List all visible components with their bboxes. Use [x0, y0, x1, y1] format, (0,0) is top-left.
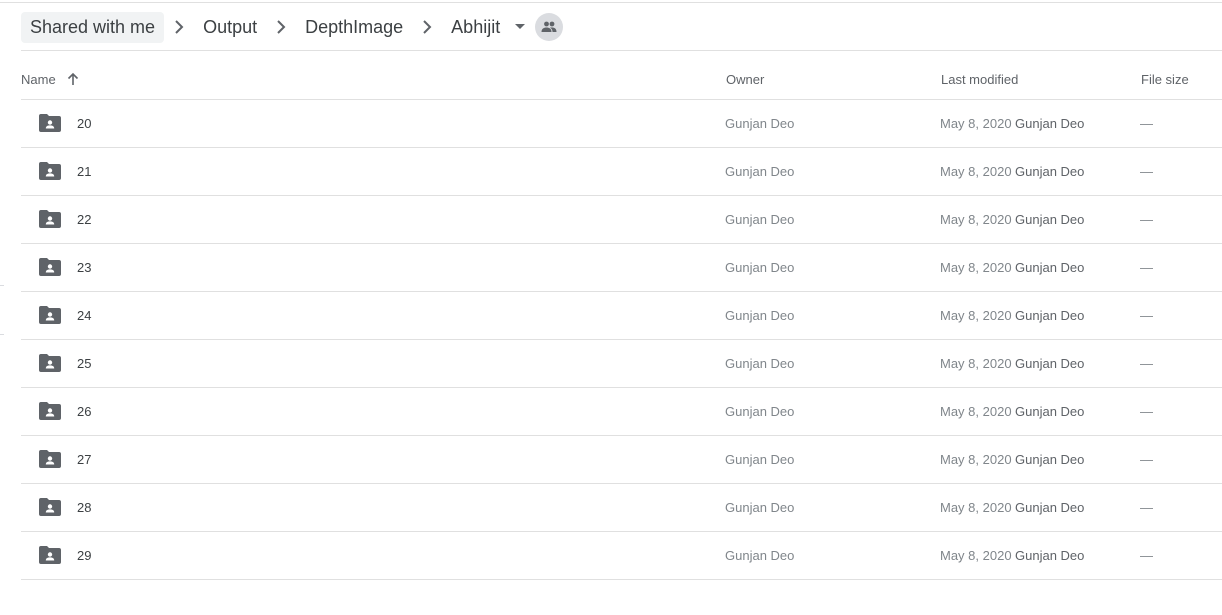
- file-size: —: [1140, 260, 1153, 275]
- modified-by: Gunjan Deo: [1015, 116, 1085, 131]
- file-name[interactable]: 22: [77, 196, 91, 243]
- shared-folder-icon: [39, 354, 61, 372]
- file-name[interactable]: 23: [77, 244, 91, 291]
- modified-by: Gunjan Deo: [1015, 164, 1085, 179]
- file-name[interactable]: 20: [77, 100, 91, 147]
- modified-by: Gunjan Deo: [1015, 308, 1085, 323]
- chevron-right-icon: [415, 15, 439, 39]
- modified-by: Gunjan Deo: [1015, 404, 1085, 419]
- toolbar-divider: [21, 50, 1222, 51]
- file-size: —: [1140, 212, 1153, 227]
- modified-date: May 8, 2020: [940, 452, 1012, 467]
- owner: Gunjan Deo: [725, 356, 795, 371]
- shared-folder-icon: [39, 546, 61, 564]
- file-size: —: [1140, 164, 1153, 179]
- table-row[interactable]: 23 Gunjan Deo May 8, 2020 Gunjan Deo —: [21, 243, 1222, 291]
- table-row[interactable]: 21 Gunjan Deo May 8, 2020 Gunjan Deo —: [21, 147, 1222, 195]
- modified-by: Gunjan Deo: [1015, 548, 1085, 563]
- file-name[interactable]: 26: [77, 388, 91, 435]
- modified-date: May 8, 2020: [940, 212, 1012, 227]
- file-size: —: [1140, 116, 1153, 131]
- owner: Gunjan Deo: [725, 404, 795, 419]
- file-size: —: [1140, 404, 1153, 419]
- modified-date: May 8, 2020: [940, 164, 1012, 179]
- modified-date: May 8, 2020: [940, 116, 1012, 131]
- top-border: [0, 2, 1222, 3]
- modified-date: May 8, 2020: [940, 260, 1012, 275]
- owner: Gunjan Deo: [725, 116, 795, 131]
- shared-folder-icon: [39, 114, 61, 132]
- owner: Gunjan Deo: [725, 164, 795, 179]
- owner: Gunjan Deo: [725, 212, 795, 227]
- owner: Gunjan Deo: [725, 500, 795, 515]
- file-size: —: [1140, 548, 1153, 563]
- table-row[interactable]: 26 Gunjan Deo May 8, 2020 Gunjan Deo —: [21, 387, 1222, 435]
- file-name[interactable]: 28: [77, 484, 91, 531]
- breadcrumb-item-output[interactable]: Output: [194, 12, 266, 43]
- file-name[interactable]: 24: [77, 292, 91, 339]
- column-header-last-modified[interactable]: Last modified: [941, 70, 1018, 88]
- table-row[interactable]: 24 Gunjan Deo May 8, 2020 Gunjan Deo —: [21, 291, 1222, 339]
- table-row[interactable]: 27 Gunjan Deo May 8, 2020 Gunjan Deo —: [21, 435, 1222, 483]
- table-row[interactable]: 28 Gunjan Deo May 8, 2020 Gunjan Deo —: [21, 483, 1222, 531]
- breadcrumb-item-depthimage[interactable]: DepthImage: [296, 12, 412, 43]
- shared-folder-icon: [39, 306, 61, 324]
- file-name[interactable]: 29: [77, 532, 91, 579]
- table-row[interactable]: 20 Gunjan Deo May 8, 2020 Gunjan Deo —: [21, 99, 1222, 147]
- column-header-owner[interactable]: Owner: [726, 70, 764, 88]
- shared-folder-icon: [39, 210, 61, 228]
- modified-date: May 8, 2020: [940, 500, 1012, 515]
- modified-date: May 8, 2020: [940, 356, 1012, 371]
- chevron-right-icon: [167, 15, 191, 39]
- modified-by: Gunjan Deo: [1015, 452, 1085, 467]
- modified-by: Gunjan Deo: [1015, 500, 1085, 515]
- arrow-up-icon[interactable]: [66, 72, 80, 86]
- modified-date: May 8, 2020: [940, 548, 1012, 563]
- table-row[interactable]: 25 Gunjan Deo May 8, 2020 Gunjan Deo —: [21, 339, 1222, 387]
- column-header-name[interactable]: Name: [21, 70, 80, 88]
- chevron-right-icon: [269, 15, 293, 39]
- shared-folder-icon: [39, 162, 61, 180]
- owner: Gunjan Deo: [725, 308, 795, 323]
- owner: Gunjan Deo: [725, 452, 795, 467]
- column-header-name-label: Name: [21, 71, 56, 87]
- file-list: 20 Gunjan Deo May 8, 2020 Gunjan Deo — 2…: [21, 99, 1222, 580]
- edge-mark: [0, 285, 4, 286]
- breadcrumb: Shared with me Output DepthImage Abhijit: [21, 11, 564, 43]
- file-name[interactable]: 25: [77, 340, 91, 387]
- breadcrumb-item-shared-with-me[interactable]: Shared with me: [21, 11, 165, 43]
- file-size: —: [1140, 308, 1153, 323]
- shared-folder-icon: [39, 402, 61, 420]
- modified-by: Gunjan Deo: [1015, 356, 1085, 371]
- arrow-drop-down-icon[interactable]: [509, 15, 531, 39]
- file-size: —: [1140, 356, 1153, 371]
- modified-date: May 8, 2020: [940, 404, 1012, 419]
- modified-by: Gunjan Deo: [1015, 212, 1085, 227]
- file-size: —: [1140, 452, 1153, 467]
- file-name[interactable]: 27: [77, 436, 91, 483]
- table-row[interactable]: 29 Gunjan Deo May 8, 2020 Gunjan Deo —: [21, 531, 1222, 580]
- people-icon[interactable]: [535, 13, 564, 41]
- edge-mark: [0, 334, 4, 335]
- table-row[interactable]: 22 Gunjan Deo May 8, 2020 Gunjan Deo —: [21, 195, 1222, 243]
- file-size: —: [1140, 500, 1153, 515]
- breadcrumb-item-abhijit[interactable]: Abhijit: [442, 12, 509, 43]
- shared-folder-icon: [39, 450, 61, 468]
- modified-date: May 8, 2020: [940, 308, 1012, 323]
- shared-folder-icon: [39, 498, 61, 516]
- file-name[interactable]: 21: [77, 148, 91, 195]
- shared-folder-icon: [39, 258, 61, 276]
- column-header-file-size[interactable]: File size: [1141, 70, 1189, 88]
- owner: Gunjan Deo: [725, 548, 795, 563]
- owner: Gunjan Deo: [725, 260, 795, 275]
- modified-by: Gunjan Deo: [1015, 260, 1085, 275]
